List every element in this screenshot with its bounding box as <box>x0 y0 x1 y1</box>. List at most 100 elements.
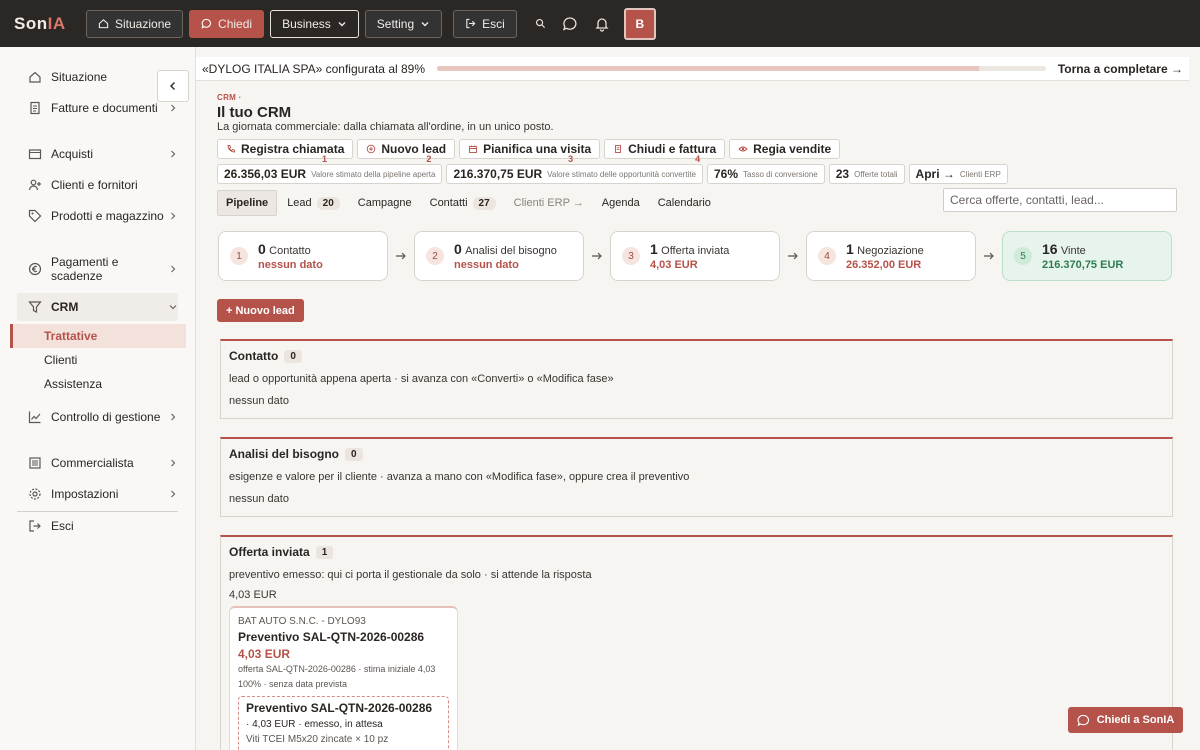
nav-label: Situazione <box>115 16 172 31</box>
sidebar-subitem-assistenza[interactable]: Assistenza <box>44 377 102 391</box>
main-content: «DYLOG ITALIA SPA» configurata al 89% To… <box>196 47 1200 750</box>
kpi-value: 23 <box>835 167 850 181</box>
sidebar-item-label: CRM <box>51 300 79 314</box>
new-lead-button[interactable]: + Nuovo lead <box>217 299 304 322</box>
regia-vendite-button[interactable]: Regia vendite <box>729 139 841 159</box>
chiudi-fattura-button[interactable]: Chiudi e fattura 4 <box>604 139 726 164</box>
tab-clienti-erp[interactable]: Clienti ERP → <box>506 190 592 216</box>
sidebar-item-commercialista[interactable]: Commercialista <box>28 456 178 470</box>
sidebar-item-impostazioni[interactable]: Impostazioni <box>28 487 178 501</box>
opportunity-card[interactable]: BAT AUTO S.N.C. - DYLO93 Preventivo SAL-… <box>229 606 458 750</box>
stage-number: 2 <box>426 247 444 265</box>
stage-count: 0 <box>454 241 462 257</box>
chart-icon <box>28 411 41 424</box>
quote-detail-box[interactable]: Preventivo SAL-QTN-2026-00286 · 4,03 EUR… <box>238 696 449 750</box>
sidebar-item-fatture[interactable]: Fatture e documenti <box>28 101 178 115</box>
section-description: esigenze e valore per il cliente · avanz… <box>229 471 690 483</box>
nav-chiedi-button[interactable]: Chiedi <box>189 9 265 38</box>
quick-actions: Registra chiamata 1 Nuovo lead 2 Pianifi… <box>217 139 841 164</box>
avatar[interactable]: B <box>623 7 656 40</box>
search-input[interactable] <box>943 188 1177 212</box>
sidebar-item-pagamenti[interactable]: Pagamenti e scadenze <box>28 255 178 283</box>
sidebar-item-label: Esci <box>51 519 74 533</box>
nav-situazione-button[interactable]: Situazione <box>86 9 184 38</box>
kpi-label: Tasso di conversione <box>743 169 818 179</box>
section-title: Offerta inviata <box>229 545 310 559</box>
phone-icon <box>227 145 235 153</box>
sidebar-item-prodotti[interactable]: Prodotti e magazzino <box>28 209 178 223</box>
setup-progress-fill <box>437 66 979 71</box>
quote-title: Preventivo SAL-QTN-2026-00286 <box>246 701 433 715</box>
search-icon[interactable] <box>535 18 546 29</box>
stage-card[interactable]: 1 0 Contatto nessun dato <box>218 231 388 281</box>
nav-business-dropdown[interactable]: Business <box>270 9 359 38</box>
section-count: 0 <box>284 349 302 363</box>
tab-calendario[interactable]: Calendario <box>650 190 719 216</box>
sidebar-item-esci[interactable]: Esci <box>28 519 178 533</box>
tab-label: Agenda <box>601 197 640 209</box>
nav-label: Esci <box>482 16 505 31</box>
bell-icon[interactable] <box>594 16 610 32</box>
chevron-right-icon <box>171 104 176 112</box>
sidebar-item-label: Controllo di gestione <box>51 410 161 424</box>
kpi-converted-value: 216.370,75 EUR Valore stimato delle oppor… <box>446 164 703 184</box>
section-footer: nessun dato <box>229 395 289 407</box>
collapse-sidebar-button[interactable] <box>157 70 189 102</box>
kpi-value: 76% <box>714 167 739 181</box>
calendar-icon <box>469 145 478 153</box>
page-title: Il tuo CRM <box>217 104 292 121</box>
shortcut-number: 2 <box>426 154 432 164</box>
logo[interactable]: SonIA <box>14 14 86 34</box>
kpi-value: 216.370,75 EUR <box>453 167 543 181</box>
kpi-open-erp-clients[interactable]: Apri → Clienti ERP <box>908 164 1008 184</box>
logout-icon <box>466 18 476 29</box>
sidebar-item-label: Prodotti e magazzino <box>51 209 164 223</box>
stage-card[interactable]: 4 1 Negoziazione 26.352,00 EUR <box>806 231 976 281</box>
sidebar-item-clienti-fornitori[interactable]: Clienti e fornitori <box>28 178 178 192</box>
tab-agenda[interactable]: Agenda <box>594 190 648 216</box>
chevron-down-icon <box>421 21 429 26</box>
chiedi-a-sonia-button[interactable]: Chiedi a SonIA <box>1068 707 1183 733</box>
tab-pipeline[interactable]: Pipeline <box>217 190 278 216</box>
tab-label: Contatti <box>429 197 468 209</box>
sidebar-item-crm[interactable]: CRM <box>17 293 178 321</box>
sidebar-item-acquisti[interactable]: Acquisti <box>28 147 178 161</box>
pianifica-visita-button[interactable]: Pianifica una visita 3 <box>459 139 601 164</box>
sidebar: Situazione Fatture e documenti Acquisti … <box>0 47 196 750</box>
sidebar-item-situazione[interactable]: Situazione <box>28 70 178 84</box>
action-label: Regia vendite <box>753 142 832 156</box>
sidebar-item-controllo[interactable]: Controllo di gestione <box>28 410 178 424</box>
shortcut-number: 4 <box>695 154 701 164</box>
sidebar-subitem-clienti[interactable]: Clienti <box>44 353 77 367</box>
shortcut-number: 3 <box>568 154 574 164</box>
registra-chiamata-button[interactable]: Registra chiamata 1 <box>217 139 354 164</box>
stage-card[interactable]: 5 16 Vinte 216.370,75 EUR <box>1002 231 1172 281</box>
stage-number: 3 <box>622 247 640 265</box>
sidebar-subitem-trattative[interactable]: Trattative <box>44 329 97 343</box>
nav-esci-button[interactable]: Esci <box>453 9 517 38</box>
tab-lead[interactable]: Lead 20 <box>279 190 348 216</box>
sidebar-item-label: Fatture e documenti <box>51 101 158 115</box>
tab-bar: Pipeline Lead 20 Campagne Contatti 27 Clie… <box>217 190 721 216</box>
stage-card[interactable]: 2 0 Analisi del bisogno nessun dato <box>414 231 584 281</box>
kpi-label: Valore stimato della pipeline aperta <box>311 169 436 179</box>
nav-setting-dropdown[interactable]: Setting <box>364 9 443 38</box>
messages-icon[interactable] <box>562 16 578 32</box>
chevron-right-icon <box>171 413 176 421</box>
stage-name: Offerta inviata <box>661 245 730 257</box>
stage-count: 0 <box>258 241 266 257</box>
kpi-pipeline-value: 26.356,03 EUR Valore stimato della pipeli… <box>217 164 443 184</box>
tab-contatti[interactable]: Contatti 27 <box>422 190 504 216</box>
chat-icon <box>1077 714 1089 726</box>
kpi-label: Clienti ERP <box>959 169 1001 179</box>
stage-number: 5 <box>1014 247 1032 265</box>
nuovo-lead-button[interactable]: Nuovo lead 2 <box>357 139 456 164</box>
stage-card[interactable]: 3 1 Offerta inviata 4,03 EUR <box>610 231 780 281</box>
stage-value: nessun dato <box>258 259 323 271</box>
kpi-row: 26.356,03 EUR Valore stimato della pipeli… <box>217 164 1008 184</box>
logo-accent: IA <box>47 13 66 33</box>
section-description: lead o opportunità appena aperta · si av… <box>229 373 614 385</box>
document-icon <box>30 101 40 115</box>
tab-campagne[interactable]: Campagne <box>350 190 420 216</box>
banner-cta-link[interactable]: Torna a completare → <box>1058 62 1183 76</box>
